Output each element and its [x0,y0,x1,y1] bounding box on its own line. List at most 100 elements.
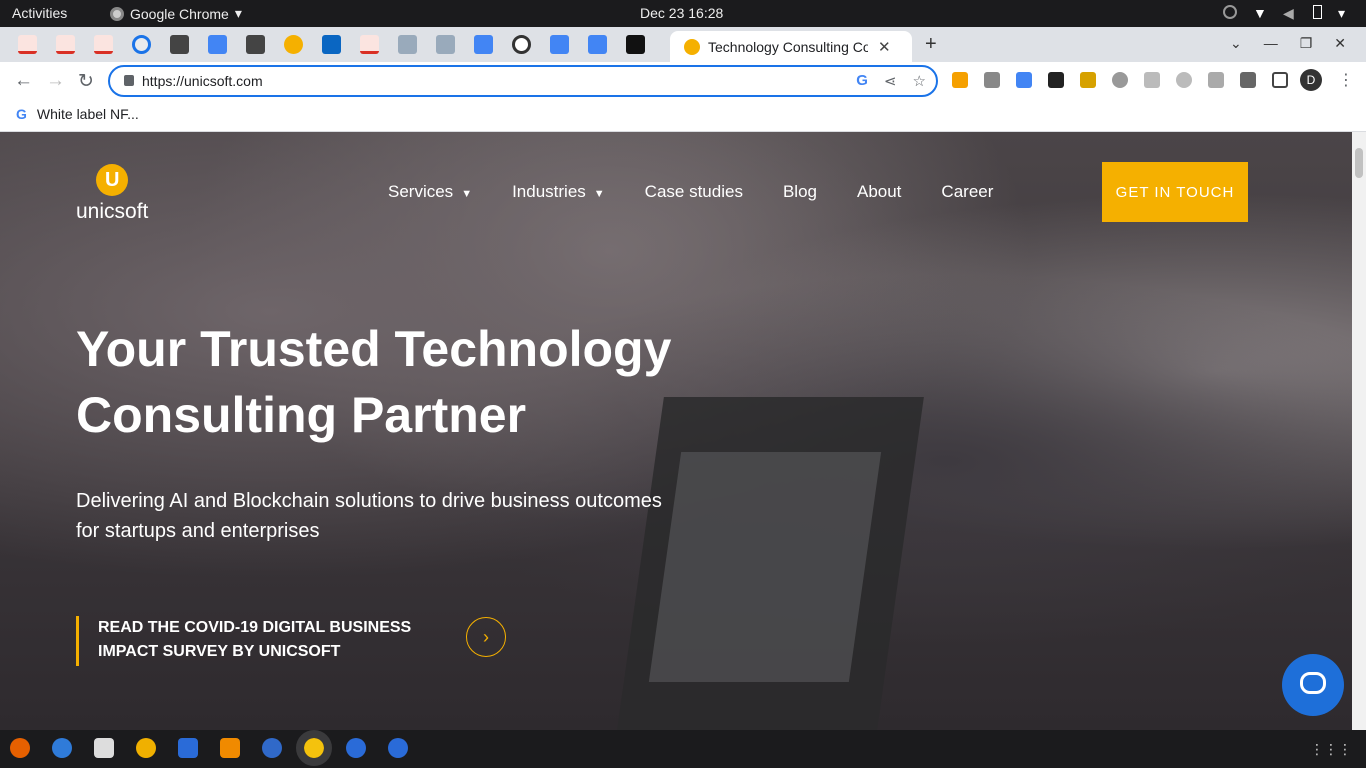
activities-button[interactable]: Activities [12,5,67,21]
profile-avatar[interactable]: D [1300,69,1322,91]
nav-item-about[interactable]: About [857,182,901,202]
nav-item-services[interactable]: Services ▼ [388,182,472,202]
grammarly-tab-icon[interactable] [512,35,531,54]
coin-extension-icon[interactable] [1080,72,1096,88]
bookmark-star-icon[interactable]: ☆ [913,72,926,90]
extension-icon[interactable] [984,72,1000,88]
share-icon[interactable]: ⋖ [884,72,897,90]
refresh-app-tab-icon[interactable] [132,35,151,54]
site-logo[interactable]: U unicsoft [76,164,148,224]
notes-extension-icon[interactable] [1208,72,1224,88]
gmail-tab-icon[interactable] [18,35,37,54]
runner-tab-icon[interactable] [398,35,417,54]
bookmark-label: White label NF... [36,106,139,122]
nav-item-blog[interactable]: Blog [783,182,817,202]
bookmark-item[interactable]: G White label NF... [16,106,139,122]
maximize-button[interactable]: ❐ [1300,35,1313,52]
address-bar[interactable]: https://unicsoft.com G ⋖ ☆ [108,65,938,97]
runner-tab-icon[interactable] [436,35,455,54]
gear-extension-icon[interactable] [1112,72,1128,88]
extensions-bar [952,72,1288,88]
chevron-down-icon: ▾ [234,5,242,21]
settings-icon[interactable] [346,738,366,758]
face-tab-icon[interactable] [284,35,303,54]
lock-icon[interactable] [124,75,134,86]
docs-tab-icon[interactable] [588,35,607,54]
chevron-right-icon[interactable]: › [466,617,506,657]
page-scrollbar[interactable] [1352,132,1366,730]
covid-survey-link[interactable]: READ THE COVID-19 DIGITAL BUSINESS IMPAC… [76,616,456,666]
browser-toolbar: ← → ↻ https://unicsoft.com G ⋖ ☆ D ⋮ [0,62,1366,100]
writer-icon[interactable] [178,738,198,758]
nav-label: Services [388,182,454,201]
get-in-touch-button[interactable]: GET IN TOUCH [1102,162,1248,222]
google-icon: G [16,106,27,122]
software-center-icon[interactable] [220,738,240,758]
app-menu[interactable]: Google Chrome ▾ [110,5,242,22]
app-name: Google Chrome [130,5,229,22]
trello-tab-icon[interactable] [170,35,189,54]
chat-bubble-icon [1300,672,1326,694]
linkedin-tab-icon[interactable] [322,35,341,54]
gmail-tab-icon[interactable] [56,35,75,54]
tab-search-icon[interactable]: ⌄ [1230,35,1242,52]
reload-button[interactable]: ↻ [78,70,94,93]
files-icon[interactable] [94,738,114,758]
nav-item-career[interactable]: Career [941,182,993,202]
rhythmbox-icon[interactable] [136,738,156,758]
chat-widget-button[interactable] [1282,654,1344,716]
network-icon [1223,5,1237,19]
logo-wordmark: unicsoft [76,200,149,223]
thunderbird-icon[interactable] [52,738,72,758]
google-lens-icon[interactable]: G [856,72,868,90]
minimize-button[interactable]: — [1264,35,1278,52]
volume-icon: ◀ [1283,5,1294,21]
active-tab[interactable]: Technology Consulting Co ✕ [670,31,912,62]
docs-tab-icon[interactable] [208,35,227,54]
update-icon[interactable] [388,738,408,758]
medium-tab-icon[interactable] [626,35,645,54]
help-icon[interactable] [262,738,282,758]
system-top-bar: Activities Google Chrome ▾ Dec 23 16:28 … [0,0,1366,27]
chrome-dock-icon[interactable] [296,730,332,766]
gmail-tab-icon[interactable] [94,35,113,54]
globe-extension-icon[interactable] [1176,72,1192,88]
scrollbar-thumb[interactable] [1355,148,1363,178]
docs-tab-icon[interactable] [550,35,569,54]
amazon-extension-icon[interactable] [952,72,968,88]
medium-extension-icon[interactable] [1048,72,1064,88]
docs-tab-icon[interactable] [474,35,493,54]
nav-item-industries[interactable]: Industries ▼ [512,182,605,202]
firefox-icon[interactable] [10,738,30,758]
system-tray[interactable]: ▼ ◀ ▾ [1223,5,1352,21]
close-icon[interactable]: ✕ [878,38,891,56]
taskbar: ⋮⋮⋮ [0,730,1366,768]
unicsoft-favicon [684,38,700,55]
logo-mark: U [96,164,129,196]
side-panel-icon[interactable] [1272,72,1288,88]
nav-label: Industries [512,182,586,201]
url-text[interactable]: https://unicsoft.com [142,73,263,89]
shield-extension-icon[interactable] [1144,72,1160,88]
close-window-button[interactable]: ✕ [1334,35,1346,52]
clock[interactable]: Dec 23 16:28 [640,5,723,21]
back-button[interactable]: ← [14,70,33,92]
wifi-icon: ▼ [1253,5,1267,21]
show-apps-icon[interactable]: ⋮⋮⋮ [1310,741,1352,758]
battery-icon [1313,5,1322,19]
hero-subtitle: Delivering AI and Blockchain solutions t… [76,490,662,542]
power-menu-icon: ▾ [1338,5,1346,21]
active-tab-title: Technology Consulting Co [708,38,868,55]
caret-down-icon: ▼ [461,188,473,200]
gmail-tab-icon[interactable] [360,35,379,54]
puzzle-icon[interactable] [1240,72,1256,88]
tab-strip: Technology Consulting Co ✕ + ⌄ — ❐ ✕ [0,27,1366,62]
translate-extension-icon[interactable] [1016,72,1032,88]
bookmarks-bar: G White label NF... [0,100,1366,132]
trello-tab-icon[interactable] [246,35,265,54]
forward-button[interactable]: → [46,70,65,92]
pinned-tabs [18,35,645,54]
chrome-menu-icon[interactable]: ⋮ [1338,70,1354,90]
nav-item-case-studies[interactable]: Case studies [645,182,743,202]
new-tab-button[interactable]: + [925,33,937,56]
